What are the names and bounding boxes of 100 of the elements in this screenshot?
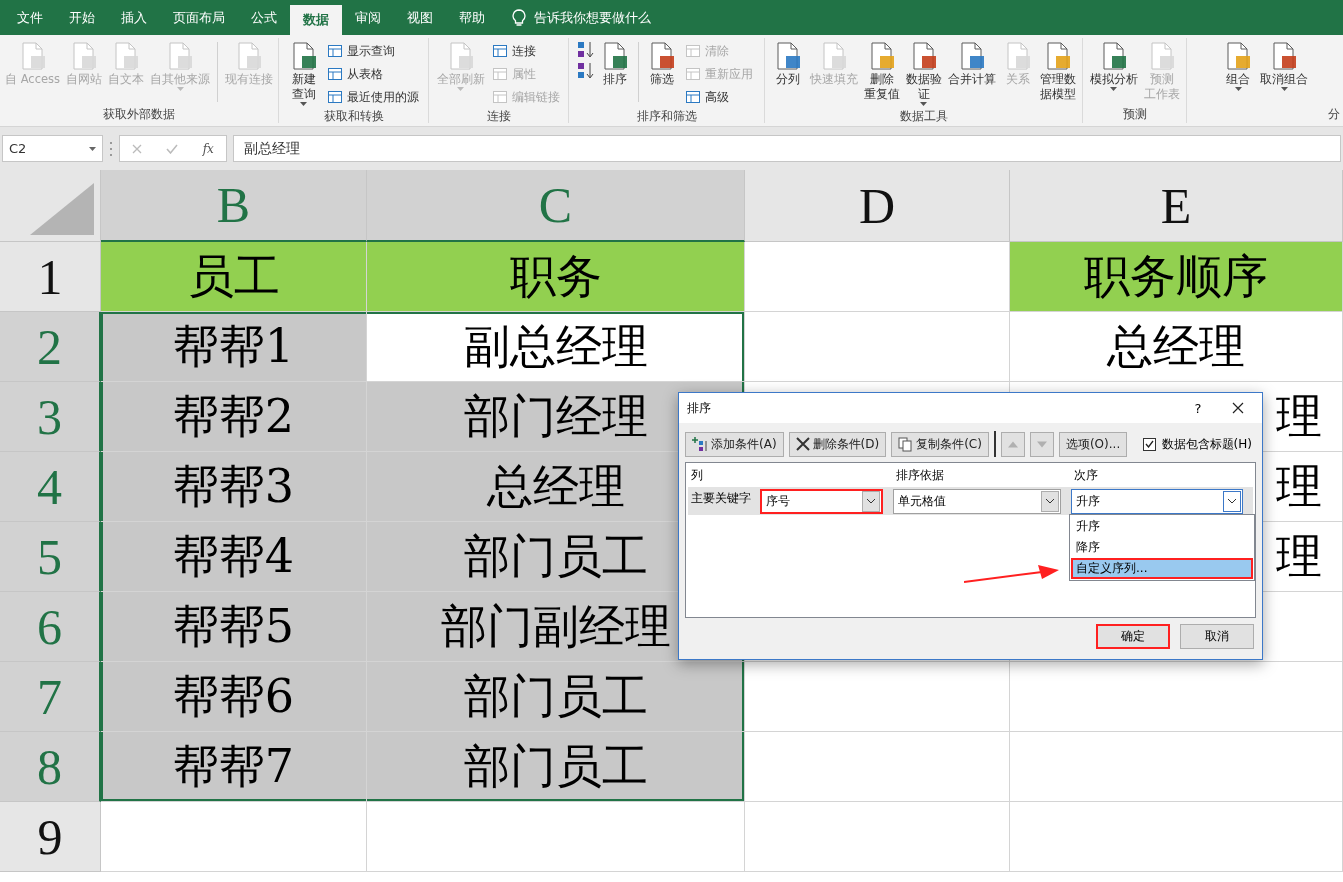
ribbon-tab[interactable]: 帮助 — [446, 0, 498, 35]
group-label: 分 — [1327, 106, 1341, 123]
chevron-down-icon — [1227, 498, 1237, 504]
table-cell: 部门员工 — [367, 662, 745, 732]
lightbulb-icon — [512, 8, 526, 27]
dropdown-option[interactable]: 自定义序列... — [1071, 558, 1253, 579]
delete-icon — [795, 437, 810, 451]
dialog-title: 排序 — [687, 399, 712, 417]
formula-field[interactable]: 副总经理 — [233, 135, 1341, 162]
row-header[interactable]: 2 — [0, 312, 101, 382]
ribbon-button[interactable]: 数据验 证 — [903, 38, 944, 108]
table-cell: 部门员工 — [367, 732, 745, 802]
column-header[interactable]: B — [101, 170, 367, 242]
checkbox-label: 数据包含标题(H) — [1161, 435, 1252, 453]
ribbon-button[interactable]: 管理数 据模型 — [1037, 38, 1078, 104]
toolbar-button[interactable]: 复制条件(C) — [891, 431, 989, 457]
ribbon-tab[interactable]: 数据 — [290, 5, 342, 35]
caret-icon — [89, 146, 96, 151]
name-box[interactable]: C2 — [2, 135, 103, 162]
ribbon-tab[interactable]: 插入 — [108, 0, 160, 35]
table-cell: 帮帮4 — [101, 522, 367, 592]
tell-me-search[interactable]: 告诉我你想要做什么 — [534, 8, 651, 27]
table-icon — [326, 66, 343, 82]
drag-handle-icon[interactable] — [109, 141, 113, 156]
insert-function-button[interactable]: fx — [202, 141, 214, 156]
ribbon-button[interactable]: 最近使用的源 — [323, 86, 422, 108]
group-label: 获取和转换 — [322, 108, 385, 123]
row-header[interactable]: 1 — [0, 242, 101, 312]
checkbox[interactable] — [1142, 437, 1156, 451]
row-header[interactable]: 7 — [0, 662, 101, 732]
group-label: 排序和筛选 — [635, 108, 698, 123]
down-arrow-icon — [1036, 440, 1047, 448]
ribbon-button[interactable]: 模拟分析 — [1087, 38, 1140, 93]
column-header[interactable]: C — [367, 170, 745, 242]
ribbon-button[interactable]: 合并计算 — [945, 38, 998, 89]
column-heading: 排序依据 — [895, 466, 945, 484]
table-cell: 帮帮1 — [101, 312, 367, 382]
sort-descending-icon[interactable] — [577, 61, 596, 81]
ribbon-button[interactable]: 从表格 — [323, 63, 422, 85]
sort-ascending-icon[interactable] — [577, 40, 596, 60]
ribbon-button[interactable]: 取消组合 — [1258, 38, 1310, 93]
column-header[interactable]: D — [745, 170, 1010, 242]
close-icon[interactable] — [1232, 402, 1244, 414]
ribbon-tab[interactable]: 文件 — [4, 0, 56, 35]
table-cell: 帮帮5 — [101, 592, 367, 662]
cancel-icon[interactable] — [132, 143, 143, 154]
toolbar-button[interactable]: 添加条件(A) — [685, 431, 784, 457]
up-arrow-icon — [1007, 440, 1018, 448]
ribbon-button[interactable]: 连接 — [488, 40, 563, 62]
ribbon-button[interactable]: 筛选 — [644, 38, 681, 89]
dialog-button[interactable]: 取消 — [1180, 624, 1254, 649]
table-icon — [491, 66, 508, 82]
table-icon — [685, 66, 702, 82]
table-cell: 职务 — [367, 242, 745, 312]
dropdown-field[interactable]: 序号 — [760, 488, 883, 514]
toolbar-button[interactable]: 删除条件(D) — [788, 431, 887, 457]
ribbon-tab[interactable]: 开始 — [56, 0, 108, 35]
table-icon — [491, 89, 508, 105]
chevron-down-icon — [866, 498, 876, 504]
sort-level-row[interactable]: 主要关键字 序号 单元格值 升序 — [688, 487, 1253, 515]
ribbon-tab[interactable]: 审阅 — [342, 0, 394, 35]
chevron-down-icon — [1045, 498, 1055, 504]
table-cell: 总经理 — [1010, 312, 1343, 382]
add-icon — [692, 436, 708, 452]
table-icon — [326, 89, 343, 105]
check-icon[interactable] — [166, 143, 179, 154]
table-cell: 员工 — [101, 242, 367, 312]
table-cell: 帮帮3 — [101, 452, 367, 522]
copy-icon — [898, 436, 914, 452]
row-header[interactable]: 5 — [0, 522, 101, 592]
row-header[interactable]: 4 — [0, 452, 101, 522]
dropdown-field[interactable]: 单元格值 — [893, 488, 1061, 514]
ribbon-button[interactable]: 新建 查询 — [285, 38, 322, 108]
dialog-button[interactable]: 确定 — [1096, 624, 1170, 649]
ribbon-tab[interactable]: 视图 — [394, 0, 446, 35]
help-button[interactable]: ? — [1186, 400, 1210, 416]
table-cell: 职务顺序 — [1010, 242, 1343, 312]
ribbon-tab[interactable]: 公式 — [238, 0, 290, 35]
checkmark-icon — [1144, 440, 1154, 448]
ribbon-button[interactable]: 删除 重复值 — [861, 38, 902, 104]
row-header[interactable]: 8 — [0, 732, 101, 802]
toolbar-button[interactable]: 选项(O)... — [1058, 431, 1128, 457]
table-cell: 帮帮7 — [101, 732, 367, 802]
ribbon-button[interactable]: 显示查询 — [323, 40, 422, 62]
ribbon-button[interactable]: 分列 — [769, 38, 806, 89]
select-all-icon[interactable] — [30, 183, 94, 235]
table-icon — [491, 43, 508, 59]
table-cell: 帮帮2 — [101, 382, 367, 452]
row-header[interactable]: 3 — [0, 382, 101, 452]
column-header[interactable]: E — [1010, 170, 1343, 242]
table-icon — [685, 89, 702, 105]
ribbon-button[interactable]: 排序 — [597, 38, 634, 89]
row-header[interactable]: 6 — [0, 592, 101, 662]
group-label: 连接 — [485, 108, 512, 123]
ribbon-tab[interactable]: 页面布局 — [160, 0, 238, 35]
ribbon-button[interactable]: 组合 — [1220, 38, 1256, 93]
ribbon-button[interactable]: 高级 — [682, 86, 757, 108]
dropdown-field[interactable]: 升序 — [1071, 488, 1243, 514]
row-header[interactable]: 9 — [0, 802, 101, 872]
group-label: 获取外部数据 — [102, 106, 176, 123]
